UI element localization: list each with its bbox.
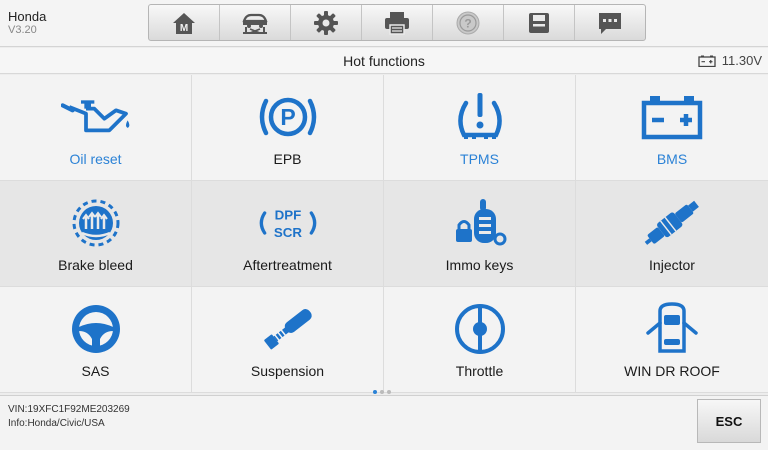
function-label: WIN DR ROOF — [624, 363, 720, 379]
page-dot[interactable] — [387, 390, 391, 394]
function-epb[interactable]: P EPB — [192, 75, 384, 181]
page-indicator — [373, 390, 391, 394]
function-label: Injector — [649, 257, 695, 273]
vehicle-brand: Honda V3.20 — [8, 10, 46, 37]
save-icon — [529, 12, 549, 33]
oil-can-icon — [60, 100, 129, 133]
function-brake-bleed[interactable]: Brake bleed — [0, 181, 192, 287]
message-button[interactable] — [575, 5, 645, 40]
tire-pressure-icon — [457, 93, 502, 139]
vin-text: VIN:19XFC1F92ME203269 — [8, 404, 130, 415]
function-immo-keys[interactable]: Immo keys — [384, 181, 576, 287]
home-icon: M — [173, 12, 195, 34]
suspension-icon — [263, 309, 312, 350]
function-bms[interactable]: BMS — [576, 75, 768, 181]
function-label: EPB — [273, 151, 302, 167]
vehicle-info: VIN:19XFC1F92ME203269 Info:Honda/Civic/U… — [8, 403, 130, 431]
throttle-icon — [454, 304, 505, 354]
print-button[interactable] — [362, 5, 433, 40]
settings-button[interactable] — [291, 5, 362, 40]
immo-keys-icon — [455, 199, 506, 246]
vehicle-info-text: Info:Honda/Civic/USA — [8, 418, 105, 429]
battery-status: 11.30V — [698, 53, 762, 68]
function-label: Immo keys — [445, 257, 514, 273]
vehicle-make: Honda — [8, 9, 47, 24]
function-aftertreatment[interactable]: DPF SCR Aftertreatment — [192, 181, 384, 287]
function-throttle[interactable]: Throttle — [384, 287, 576, 393]
page-title: Hot functions — [343, 53, 425, 69]
software-version: V3.20 — [8, 24, 37, 36]
function-label: Throttle — [455, 363, 504, 379]
save-button[interactable] — [504, 5, 575, 40]
function-oil-reset[interactable]: Oil reset — [0, 75, 192, 181]
printer-icon — [385, 11, 409, 35]
message-icon — [599, 12, 621, 34]
settings-gear-icon — [314, 10, 338, 35]
dpf-text: DPF — [274, 208, 301, 223]
battery-icon — [698, 55, 716, 67]
function-suspension[interactable]: Suspension — [192, 287, 384, 393]
function-label: BMS — [656, 151, 688, 167]
hot-functions-grid: Oil reset P EPB TPMS BMS Brake bleed DPF… — [0, 75, 768, 393]
function-label: SAS — [81, 363, 110, 379]
function-label: Oil reset — [69, 151, 122, 167]
svg-text:M: M — [180, 23, 188, 34]
vehicle-lift-button[interactable] — [220, 5, 291, 40]
brake-bleed-icon — [72, 199, 119, 247]
page-dot[interactable] — [373, 390, 377, 394]
steering-wheel-icon — [71, 305, 120, 353]
title-row: Hot functions 11.30V — [0, 48, 768, 74]
home-button[interactable]: M — [149, 5, 220, 40]
dpf-scr-icon: DPF SCR — [259, 208, 316, 240]
function-tpms[interactable]: TPMS — [384, 75, 576, 181]
battery-voltage: 11.30V — [721, 53, 762, 68]
battery-icon — [641, 96, 703, 140]
scr-text: SCR — [273, 225, 302, 240]
parking-brake-icon: P — [259, 97, 316, 137]
function-label: TPMS — [460, 151, 499, 167]
function-label: Brake bleed — [58, 257, 133, 273]
help-icon: ? — [456, 11, 480, 34]
toolbar: M ? — [148, 4, 646, 41]
status-bar: VIN:19XFC1F92ME203269 Info:Honda/Civic/U… — [0, 395, 768, 450]
function-label: Aftertreatment — [243, 257, 332, 273]
help-button[interactable]: ? — [433, 5, 504, 40]
svg-text:P: P — [280, 104, 295, 130]
injector-icon — [644, 200, 699, 245]
svg-text:?: ? — [464, 16, 471, 30]
top-bar: Honda V3.20 M ? — [0, 0, 768, 47]
function-sas[interactable]: SAS — [0, 287, 192, 393]
function-label: Suspension — [250, 363, 325, 379]
vehicle-lift-icon — [242, 13, 268, 34]
esc-button[interactable]: ESC — [697, 399, 761, 443]
function-injector[interactable]: Injector — [576, 181, 768, 287]
page-dot[interactable] — [380, 390, 384, 394]
function-win-dr-roof[interactable]: WIN DR ROOF — [576, 287, 768, 393]
car-doors-icon — [646, 302, 698, 353]
